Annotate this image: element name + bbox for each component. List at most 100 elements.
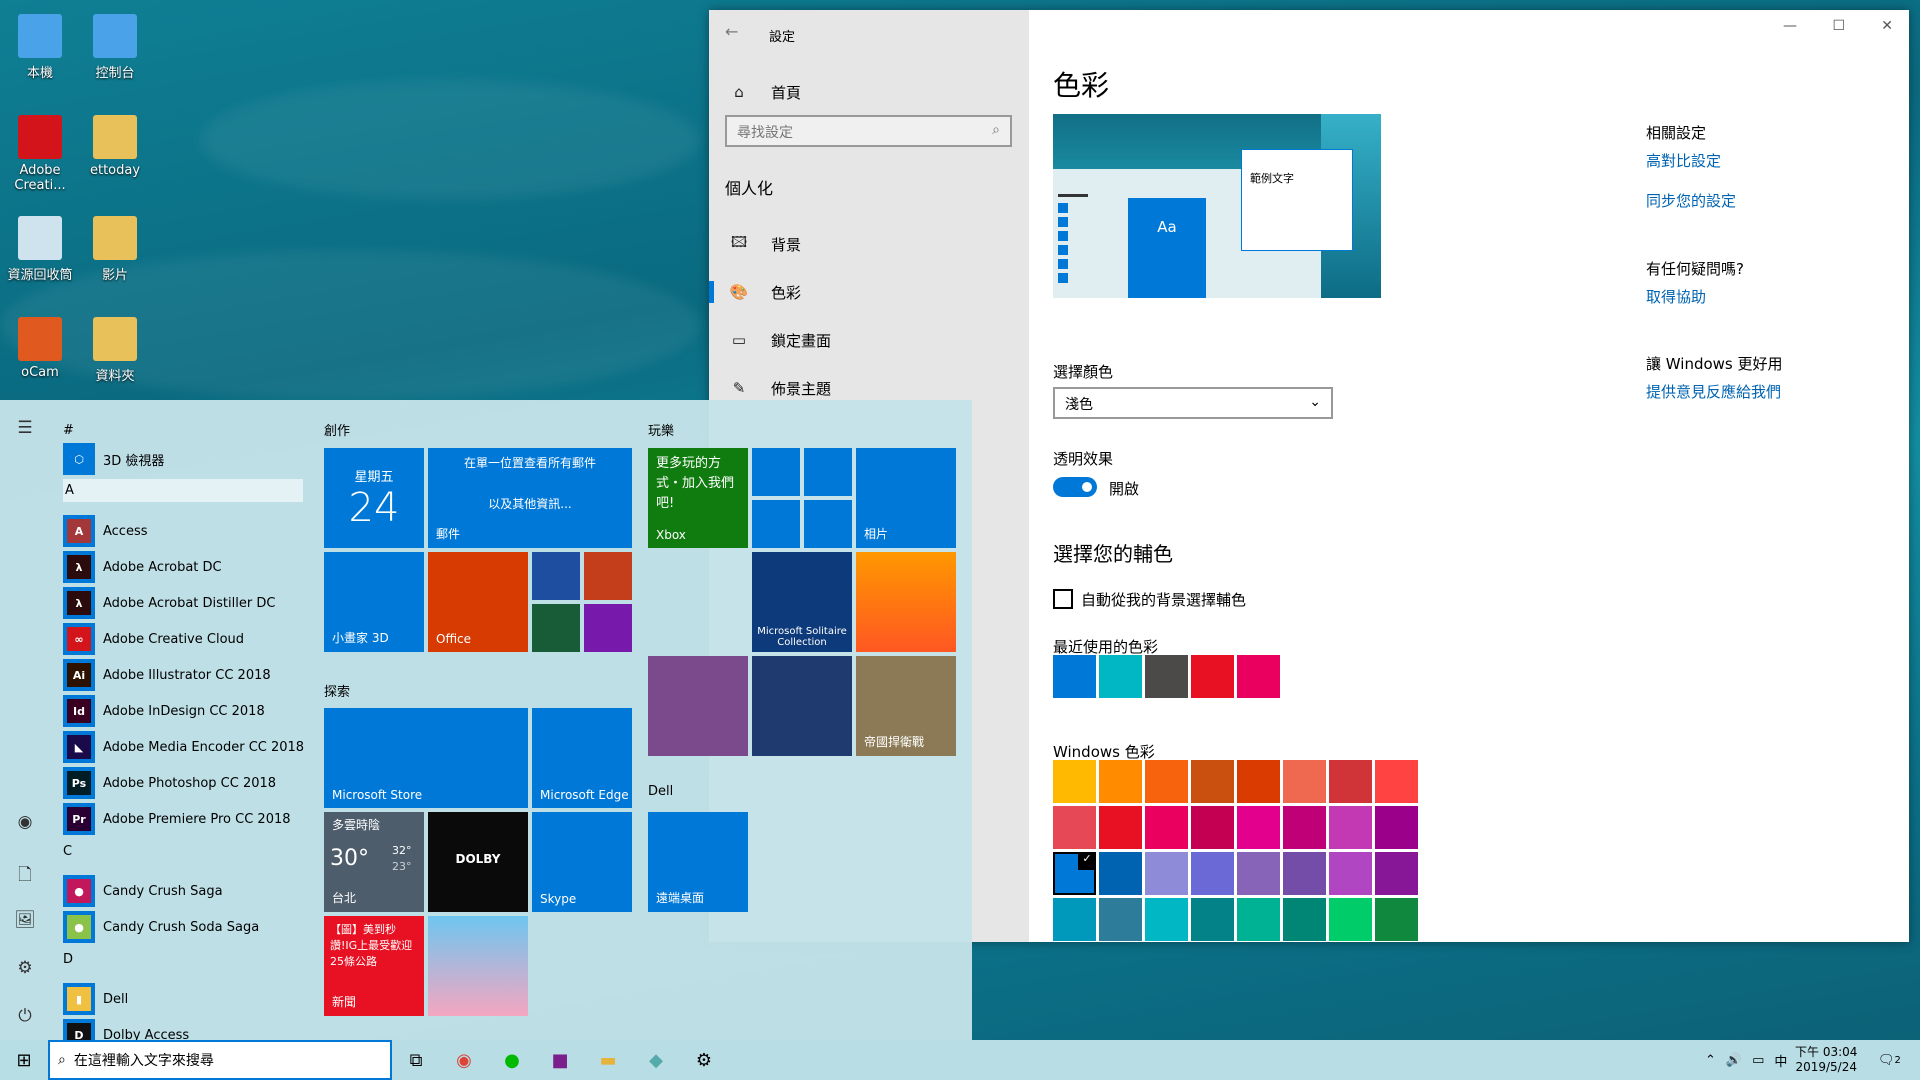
desktop-icon[interactable]: ettoday: [75, 115, 155, 178]
sync-settings-link[interactable]: 同步您的設定: [1646, 190, 1736, 211]
excel-tile[interactable]: [532, 604, 580, 652]
windows-color-swatch[interactable]: [1191, 852, 1234, 895]
recent-color-swatch[interactable]: [1191, 655, 1234, 698]
store-tile[interactable]: Microsoft Store: [324, 708, 528, 808]
remote-desktop-tile[interactable]: 遠端桌面: [648, 812, 748, 912]
letter-header[interactable]: A: [63, 479, 303, 502]
network-icon[interactable]: ▭: [1752, 1053, 1764, 1068]
desktop-icon[interactable]: 本機: [0, 14, 80, 81]
documents-icon[interactable]: 🗋: [14, 862, 36, 891]
windows-color-swatch[interactable]: [1283, 898, 1326, 941]
groove-tile[interactable]: [804, 448, 852, 496]
onenote-tile[interactable]: [584, 604, 632, 652]
auto-accent-checkbox[interactable]: [1053, 589, 1073, 609]
windows-color-swatch[interactable]: [1375, 852, 1418, 895]
windows-color-swatch[interactable]: [1053, 898, 1096, 941]
windows-color-swatch[interactable]: [1053, 806, 1096, 849]
windows-color-swatch[interactable]: [1099, 898, 1142, 941]
high-contrast-link[interactable]: 高對比設定: [1646, 150, 1721, 171]
app-list-item[interactable]: Ai Adobe Illustrator CC 2018: [63, 659, 271, 691]
windows-color-swatch[interactable]: [1191, 760, 1234, 803]
chevron-up-icon[interactable]: ⌃: [1705, 1053, 1716, 1068]
app-list-item[interactable]: ◣ Adobe Media Encoder CC 2018: [63, 731, 304, 763]
feedback-link[interactable]: 提供意見反應給我們: [1646, 381, 1781, 402]
windows-color-swatch[interactable]: [1053, 760, 1096, 803]
app-icon[interactable]: ◆: [632, 1040, 680, 1080]
windows-color-swatch[interactable]: [1237, 898, 1280, 941]
letter-header[interactable]: D: [63, 952, 73, 967]
app-list-item[interactable]: ∞ Adobe Creative Cloud: [63, 623, 244, 655]
dolby-tile[interactable]: DOLBY: [428, 812, 528, 912]
settings-search-input[interactable]: 尋找設定 ⌕: [725, 115, 1012, 147]
calendar-tile[interactable]: 星期五 24: [324, 448, 424, 548]
windows-color-swatch[interactable]: [1099, 852, 1142, 895]
notifications-button[interactable]: 🗨 2: [1878, 1040, 1901, 1080]
recent-color-swatch[interactable]: [1053, 655, 1096, 698]
powerpoint-tile[interactable]: [584, 552, 632, 600]
pictures-icon[interactable]: 🖼: [14, 910, 36, 930]
app-list-item[interactable]: A Access: [63, 515, 148, 547]
windows-color-swatch[interactable]: [1375, 898, 1418, 941]
office-tile[interactable]: Office: [428, 552, 528, 652]
king-tile[interactable]: [856, 552, 956, 652]
windows-color-swatch[interactable]: [1329, 760, 1372, 803]
word-tile[interactable]: [532, 552, 580, 600]
file-explorer-icon[interactable]: ▬: [584, 1040, 632, 1080]
app-list-item[interactable]: ⬡ 3D 檢視器: [63, 443, 164, 475]
taskbar-search-input[interactable]: ⌕ 在這裡輸入文字來搜尋: [48, 1040, 392, 1080]
clock[interactable]: 下午 03:04 2019/5/24: [1795, 1040, 1857, 1080]
windows-color-swatch[interactable]: [1145, 898, 1188, 941]
desktop-icon[interactable]: 控制台: [75, 14, 155, 81]
skype-tile[interactable]: Skype: [532, 812, 632, 912]
task-view-icon[interactable]: ⧉: [392, 1040, 440, 1080]
windows-color-swatch[interactable]: [1283, 852, 1326, 895]
hamburger-menu-icon[interactable]: ☰: [14, 418, 36, 438]
get-help-link[interactable]: 取得協助: [1646, 286, 1706, 307]
desktop-icon[interactable]: 影片: [75, 216, 155, 283]
windows-color-swatch[interactable]: [1191, 898, 1234, 941]
windows-color-swatch[interactable]: [1145, 806, 1188, 849]
ime-indicator[interactable]: 中: [1774, 1051, 1787, 1070]
nav-item[interactable]: 🎨 色彩: [708, 277, 801, 307]
windows-color-swatch[interactable]: [1375, 760, 1418, 803]
user-avatar-icon[interactable]: ◉: [14, 812, 36, 832]
windows-color-swatch[interactable]: [1329, 898, 1372, 941]
windows-color-swatch[interactable]: [1375, 806, 1418, 849]
app-list-item[interactable]: ▮ Dell: [63, 983, 128, 1015]
disney-tile[interactable]: [428, 916, 528, 1016]
nav-item[interactable]: ▭ 鎖定畫面: [725, 325, 831, 355]
transparency-toggle[interactable]: [1053, 477, 1097, 497]
paint3d-tile[interactable]: 小畫家 3D: [324, 552, 424, 652]
maximize-button[interactable]: ☐: [1832, 18, 1845, 34]
recent-color-swatch[interactable]: [1099, 655, 1142, 698]
settings-gear-icon[interactable]: ⚙: [14, 958, 36, 978]
candy-crush-tile[interactable]: [648, 656, 748, 756]
windows-color-swatch[interactable]: [1099, 760, 1142, 803]
volume-icon[interactable]: 🔊: [1726, 1053, 1742, 1068]
windows-color-swatch[interactable]: [1283, 760, 1326, 803]
settings-icon[interactable]: ⚙: [680, 1040, 728, 1080]
solitaire-tile[interactable]: Microsoft Solitaire Collection: [752, 552, 852, 652]
recent-color-swatch[interactable]: [1237, 655, 1280, 698]
desktop-icon[interactable]: 資源回收筒: [0, 216, 80, 283]
empire-tile[interactable]: 帝國捍衛戰: [856, 656, 956, 756]
choose-color-dropdown[interactable]: 淺色 ⌄: [1053, 387, 1333, 419]
hidden-city-tile[interactable]: [752, 656, 852, 756]
calculator-tile[interactable]: [752, 500, 800, 548]
windows-color-swatch[interactable]: [1237, 806, 1280, 849]
premiere-icon[interactable]: ■: [536, 1040, 584, 1080]
power-icon[interactable]: ⏻: [14, 1006, 36, 1026]
app-list-item[interactable]: ● Candy Crush Soda Saga: [63, 911, 259, 943]
app-list-item[interactable]: ● Candy Crush Saga: [63, 875, 223, 907]
windows-color-swatch[interactable]: [1145, 760, 1188, 803]
windows-color-swatch[interactable]: [1099, 806, 1142, 849]
weather-tile[interactable]: 多雲時陰 30° 32° 23° 台北: [324, 812, 424, 912]
back-arrow-icon[interactable]: ←: [725, 22, 738, 41]
chrome-icon[interactable]: ◉: [440, 1040, 488, 1080]
letter-header[interactable]: #: [63, 423, 74, 438]
nav-item[interactable]: 🖾 背景: [725, 229, 801, 259]
desktop-icon[interactable]: oCam: [0, 317, 80, 380]
windows-color-swatch[interactable]: ✓: [1053, 852, 1096, 895]
windows-color-swatch[interactable]: [1283, 806, 1326, 849]
windows-color-swatch[interactable]: [1329, 806, 1372, 849]
